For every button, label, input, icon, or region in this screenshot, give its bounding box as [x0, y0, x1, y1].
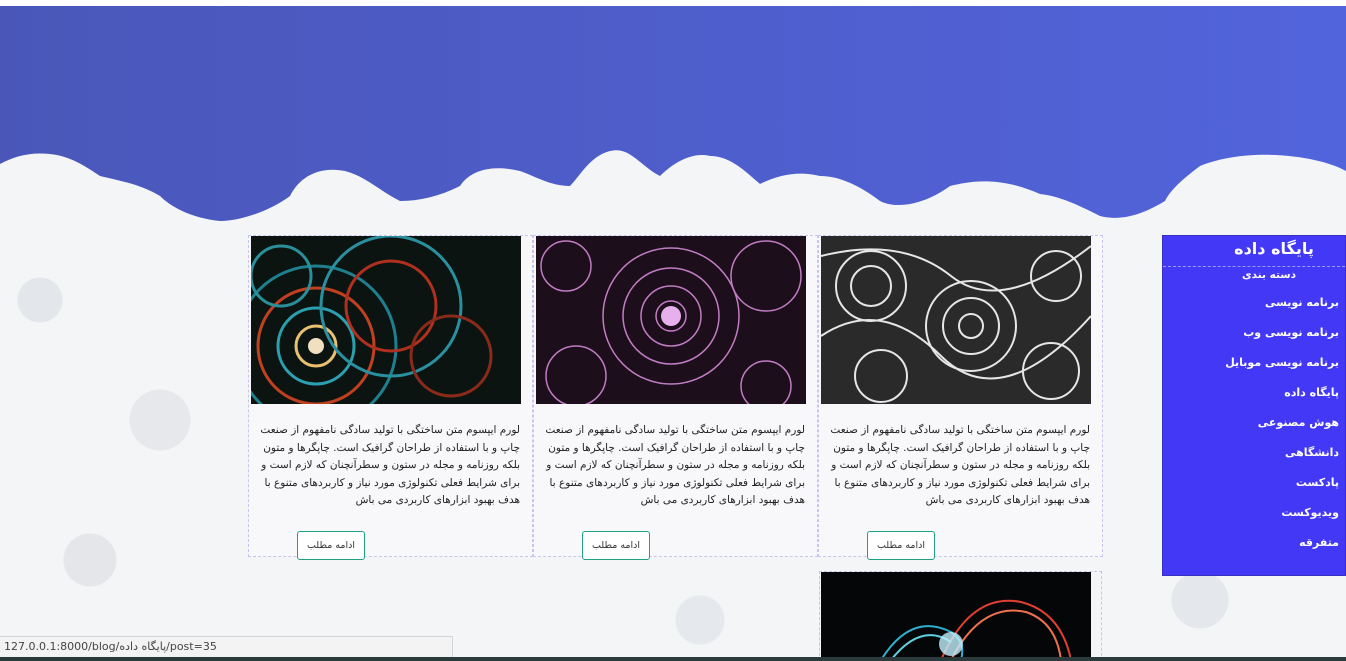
post-card: لورم ایپسوم متن ساختگی با تولید سادگی نا…	[533, 235, 818, 560]
read-more-button[interactable]: ادامه مطلب	[867, 531, 935, 560]
sidebar-title: پایگاه داده	[1163, 236, 1345, 267]
category-link-programming[interactable]: برنامه نویسی	[1163, 294, 1339, 324]
post-card: لورم ایپسوم متن ساختگی با تولید سادگی نا…	[248, 235, 533, 560]
category-heading: دسته بندی	[1242, 269, 1296, 281]
post-card	[819, 571, 1102, 661]
post-excerpt: لورم ایپسوم متن ساختگی با تولید سادگی نا…	[545, 424, 805, 506]
read-more-button[interactable]: ادامه مطلب	[297, 531, 365, 560]
paisley-pattern-image	[821, 236, 1091, 404]
fractal-spiral-image	[251, 236, 521, 404]
status-bar-url: 127.0.0.1:8000/blog/پایگاه داده/post=35	[0, 636, 453, 658]
category-link-web-programming[interactable]: برنامه نویسی وب	[1163, 324, 1339, 354]
category-link-misc[interactable]: متفرقه	[1163, 534, 1339, 564]
category-link-database[interactable]: پایگاه داده	[1163, 384, 1339, 414]
post-excerpt: لورم ایپسوم متن ساختگی با تولید سادگی نا…	[260, 424, 520, 506]
category-sidebar: پایگاه داده دسته بندی برنامه نویسی برنام…	[1162, 235, 1346, 576]
post-card: لورم ایپسوم متن ساختگی با تولید سادگی نا…	[818, 235, 1103, 560]
category-link-ai[interactable]: هوش مصنوعی	[1163, 414, 1339, 444]
post-excerpt: لورم ایپسوم متن ساختگی با تولید سادگی نا…	[830, 424, 1090, 506]
pink-fractal-image	[536, 236, 806, 404]
post-image[interactable]	[536, 236, 806, 404]
category-link-academic[interactable]: دانشگاهی	[1163, 444, 1339, 474]
post-image[interactable]	[251, 236, 521, 404]
read-more-button[interactable]: ادامه مطلب	[582, 531, 650, 560]
taskbar-edge	[0, 657, 1346, 661]
post-image[interactable]	[821, 236, 1091, 404]
category-link-podcast[interactable]: پادکست	[1163, 474, 1339, 504]
header-banner	[0, 6, 1346, 221]
category-link-mobile-programming[interactable]: برنامه نویسی موبایل	[1163, 354, 1339, 384]
category-link-videocast[interactable]: ویدیوکست	[1163, 504, 1339, 534]
category-list: برنامه نویسی برنامه نویسی وب برنامه نویس…	[1163, 294, 1345, 564]
light-swirl-image[interactable]	[821, 572, 1091, 660]
